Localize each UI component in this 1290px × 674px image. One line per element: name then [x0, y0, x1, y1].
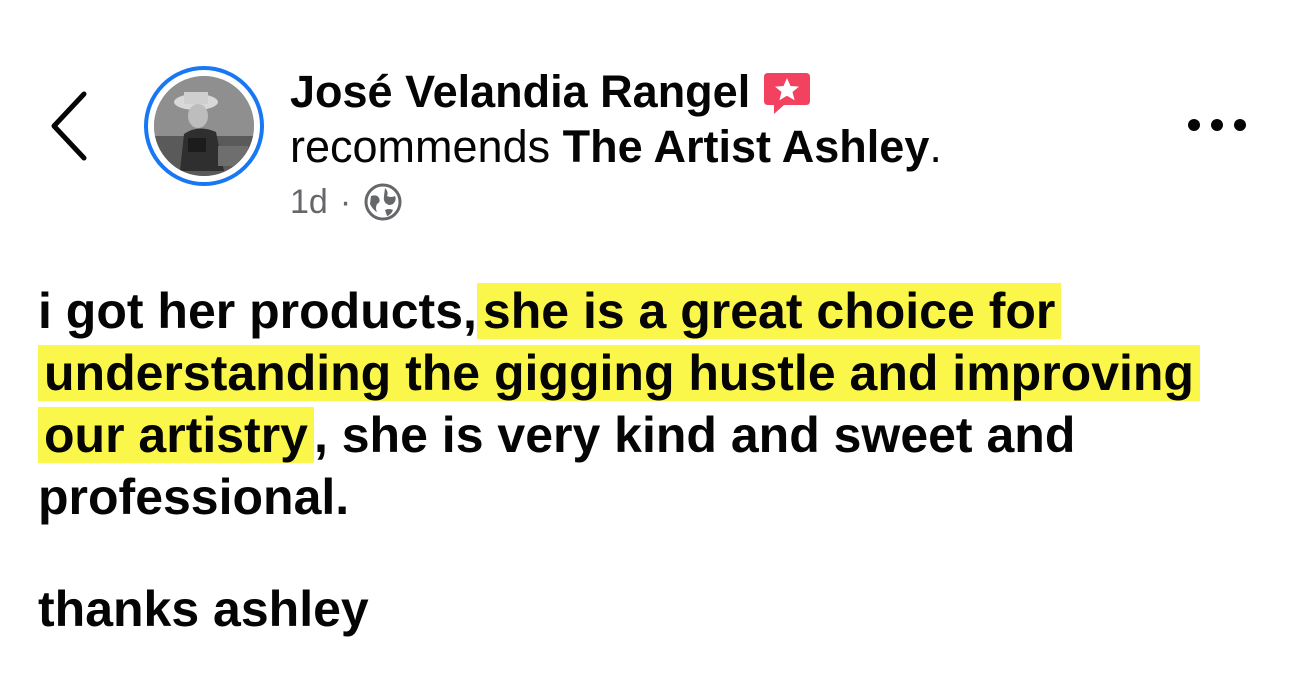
author-line: José Velandia Rangel [290, 66, 1170, 118]
more-options-icon[interactable] [1188, 112, 1246, 138]
more-dot [1211, 119, 1223, 131]
author-name[interactable]: José Velandia Rangel [290, 66, 750, 118]
post-meta: 1d · [290, 182, 1170, 222]
post-header: José Velandia Rangel recommends The Arti… [290, 66, 1170, 222]
page-name-link[interactable]: The Artist Ashley [563, 121, 930, 172]
recommendation-line: recommends The Artist Ashley. [290, 118, 1170, 176]
avatar-photo [154, 76, 254, 176]
post-time[interactable]: 1d [290, 182, 328, 222]
more-dot [1188, 119, 1200, 131]
meta-separator: · [339, 183, 352, 221]
recommend-verb: recommends [290, 121, 551, 172]
period: . [929, 121, 942, 172]
post-body: i got her products, she is a great choice… [38, 280, 1248, 528]
globe-icon[interactable] [363, 182, 403, 222]
avatar[interactable] [144, 66, 264, 186]
post-text-before: i got her products, [38, 283, 477, 339]
more-dot [1234, 119, 1246, 131]
post-closing: thanks ashley [38, 581, 369, 637]
back-button[interactable] [44, 88, 104, 164]
chevron-left-icon [51, 91, 87, 161]
recommend-star-icon [762, 71, 812, 117]
